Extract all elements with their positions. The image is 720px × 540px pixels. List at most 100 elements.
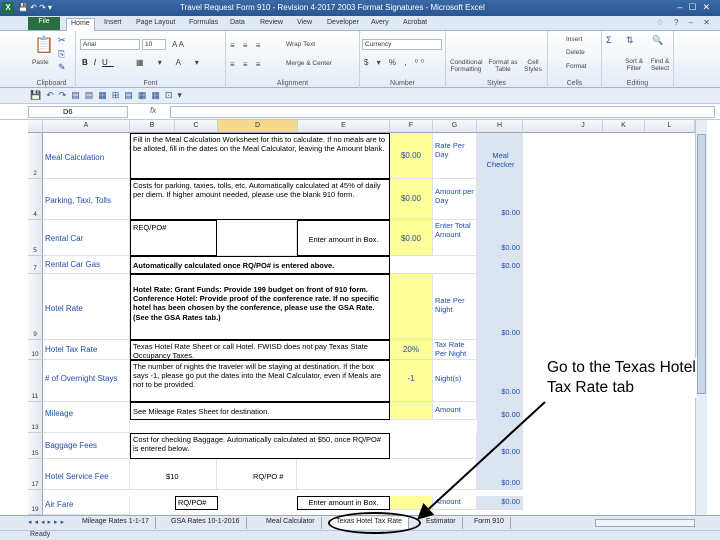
cut-icon[interactable]: ✂ <box>58 35 66 46</box>
row-label-overnight-stays[interactable]: # of Overnight Stays <box>43 360 130 402</box>
window-controls[interactable]: –☐✕ <box>677 2 716 13</box>
quick-access-icons-row[interactable]: 💾↶↷▤▤▦⊞▤▦▦⊡▾ <box>30 90 187 101</box>
vertical-scrollbar[interactable] <box>695 120 707 515</box>
row-header[interactable]: 2 <box>28 133 43 179</box>
row-header[interactable]: 4 <box>28 179 43 220</box>
tab-formulas[interactable]: Formulas <box>185 18 222 31</box>
fx-icon[interactable]: fx <box>150 106 156 115</box>
air-fare-enter-amount[interactable]: Enter amount in Box. <box>297 496 390 510</box>
align-top-icons[interactable]: ≡ ≡ ≡ <box>230 41 263 50</box>
rental-car-rqpo-field[interactable]: REQ/PO# <box>130 220 217 256</box>
font-grow-icon[interactable]: A A <box>172 40 184 49</box>
help-icon[interactable]: ♢ ? – ✕ <box>657 18 714 27</box>
quick-access-icons[interactable]: 💾 ↶ ↷ ▾ <box>18 3 52 12</box>
amount-rental-car[interactable]: $0.00 <box>390 220 433 256</box>
row-label-mileage[interactable]: Mileage <box>43 402 130 433</box>
row-label-hotel-rate[interactable]: Hotel Rate <box>43 274 130 340</box>
sort-filter-button[interactable]: Sort & Filter <box>622 58 646 72</box>
select-all-corner[interactable] <box>28 120 43 133</box>
row-header[interactable]: 17 <box>28 459 43 490</box>
row-label-hotel-tax-rate[interactable]: Hotel Tax Rate <box>43 340 130 360</box>
column-header-l[interactable]: L <box>645 120 695 133</box>
row-label-rental-car-gas[interactable]: Rental Car Gas <box>43 256 130 274</box>
amount-mileage[interactable] <box>390 402 433 420</box>
number-format-icons[interactable]: $ ▾ % , ⁰⁰ <box>364 58 427 67</box>
sheet-tab-meal-calculator[interactable]: Meal Calculator <box>260 517 322 529</box>
tab-view[interactable]: View <box>293 18 316 31</box>
row-label-hotel-service-fee[interactable]: Hotel Service Fee <box>43 459 130 490</box>
sort-filter-icon[interactable]: ⇅ <box>626 35 634 46</box>
paste-icon[interactable]: 📋 <box>34 35 54 55</box>
row-label-meal-calculation[interactable]: Meal Calculation <box>43 133 130 179</box>
row-label-rental-car[interactable]: Rental Car <box>43 220 130 256</box>
row-header[interactable]: 5 <box>28 220 43 256</box>
hotel-service-fee-rqpo[interactable]: RQ/PO # <box>217 459 297 490</box>
border-fill-color-icons[interactable]: ▦ ▾ A ▾ <box>136 58 205 67</box>
delete-cells-button[interactable]: Delete <box>566 49 585 56</box>
tab-page-layout[interactable]: Page Layout <box>132 18 179 31</box>
amount-hotel-rate[interactable] <box>390 274 433 340</box>
column-header-e[interactable]: E <box>298 120 390 133</box>
instruction-hotel-rate[interactable]: Hotel Rate: Grant Funds: Provide 199 bud… <box>130 274 390 340</box>
row-label-baggage[interactable]: Baggage Fees <box>43 433 130 459</box>
format-painter-icon[interactable]: ✎ <box>58 62 66 73</box>
row-header[interactable]: 9 <box>28 274 43 340</box>
meal-checker-dropdown[interactable]: Meal Checker <box>477 133 523 179</box>
worksheet-grid[interactable]: A B C D E F G H I J K L 2 4 5 7 9 10 11 … <box>28 120 695 515</box>
tab-review[interactable]: Review <box>256 18 287 31</box>
sheet-tab-gsa-rates[interactable]: GSA Rates 10-1-2016 <box>165 517 247 529</box>
scrollbar-thumb[interactable] <box>697 134 706 394</box>
amount-air-fare[interactable] <box>390 496 433 510</box>
font-size-select[interactable]: 10 <box>142 39 166 50</box>
column-header-k[interactable]: K <box>603 120 645 133</box>
tab-home[interactable]: Home <box>66 18 95 31</box>
row-header[interactable]: 19 <box>28 490 43 515</box>
row-header[interactable]: 10 <box>28 340 43 360</box>
conditional-formatting-button[interactable]: Conditional Formatting <box>450 59 483 73</box>
tab-acrobat[interactable]: Acrobat <box>399 18 431 31</box>
tab-file[interactable]: File <box>28 17 60 30</box>
amount-overnight-stays[interactable]: -1 <box>390 360 433 402</box>
row-header[interactable]: 7 <box>28 256 43 274</box>
instruction-meal-calculation[interactable]: Fill in the Meal Calculation Worksheet f… <box>130 133 390 179</box>
format-as-table-button[interactable]: Format as Table <box>488 59 518 73</box>
format-cells-button[interactable]: Format <box>566 63 587 70</box>
amount-meal-calculation[interactable]: $0.00 <box>390 133 433 179</box>
autosum-icon[interactable]: Σ <box>606 35 612 45</box>
row-label-parking[interactable]: Parking, Taxi, Tolls <box>43 179 130 220</box>
amount-hotel-tax-rate[interactable]: 20% <box>390 340 433 360</box>
column-header-j[interactable]: J <box>564 120 603 133</box>
copy-icon[interactable]: ⎘ <box>58 49 65 60</box>
instruction-mileage[interactable]: See Mileage Rates Sheet for destination. <box>130 402 390 420</box>
instruction-rental-car-gas[interactable]: Automatically calculated once RQ/PO# is … <box>130 256 390 274</box>
cell-styles-button[interactable]: Cell Styles <box>523 59 543 73</box>
instruction-hotel-tax-rate[interactable]: Texas Hotel Rate Sheet or call Hotel. FW… <box>130 340 390 360</box>
sheet-tab-form-910[interactable]: Form 910 <box>468 517 511 529</box>
instruction-parking[interactable]: Costs for parking, taxies, tolls, etc. A… <box>130 179 390 220</box>
column-header-d[interactable]: D <box>218 120 298 133</box>
row-label-air-fare[interactable]: Air Fare <box>43 496 130 515</box>
row-header[interactable]: 13 <box>28 402 43 433</box>
row-header[interactable]: 15 <box>28 433 43 459</box>
amount-parking[interactable]: $0.00 <box>390 179 433 220</box>
column-header-f[interactable]: F <box>390 120 433 133</box>
tab-data[interactable]: Data <box>226 18 249 31</box>
find-select-button[interactable]: Find & Select <box>648 58 672 72</box>
sheet-tab-estimator[interactable]: Estimator <box>420 517 463 529</box>
bold-italic-underline[interactable]: BIU <box>82 58 114 67</box>
column-header-c[interactable]: C <box>175 120 218 133</box>
formula-input[interactable] <box>170 106 715 118</box>
paste-button[interactable]: Paste <box>32 59 49 66</box>
tab-developer[interactable]: Developer <box>323 18 363 31</box>
align-left-icons[interactable]: ≡ ≡ ≡ <box>230 60 263 69</box>
font-name-select[interactable]: Arial <box>80 39 140 50</box>
tab-insert[interactable]: Insert <box>100 18 126 31</box>
instruction-overnight-stays[interactable]: The number of nights the traveler will b… <box>130 360 390 402</box>
column-header-g[interactable]: G <box>433 120 477 133</box>
find-select-icon[interactable]: 🔍 <box>652 35 663 46</box>
column-header-h[interactable]: H <box>477 120 523 133</box>
wrap-text-button[interactable]: Wrap Text <box>286 41 315 48</box>
column-header-a[interactable]: A <box>43 120 130 133</box>
merge-center-button[interactable]: Merge & Center <box>286 60 332 67</box>
tab-avery[interactable]: Avery <box>367 18 393 31</box>
